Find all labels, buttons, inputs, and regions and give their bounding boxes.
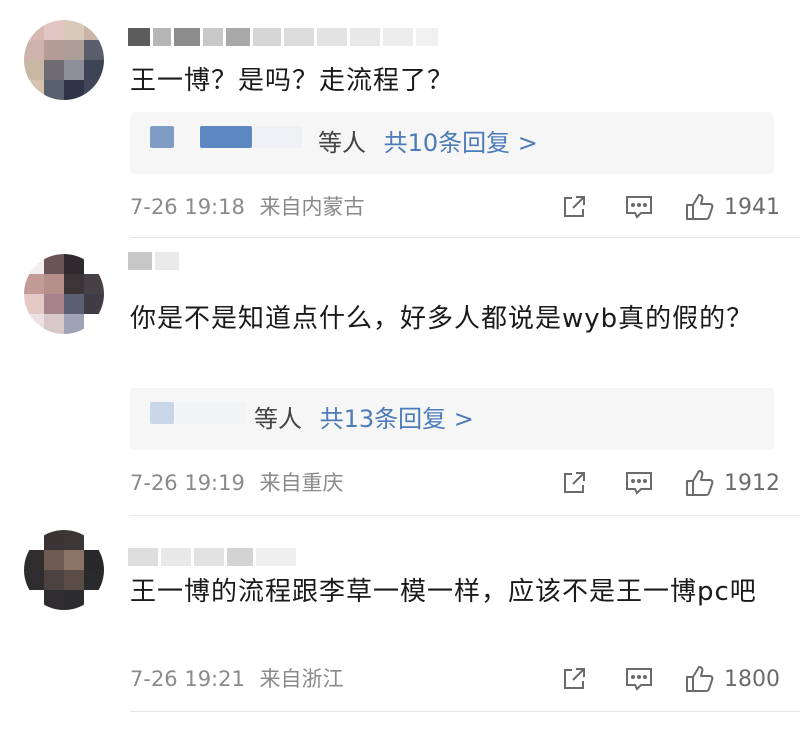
comment-text: 你是不是知道点什么，好多人都说是wyb真的假的？ — [130, 304, 754, 334]
reply-count-link[interactable]: 共13条回复 > — [320, 405, 474, 433]
reply-count-link[interactable]: 共10条回复 > — [384, 129, 538, 157]
share-icon — [564, 668, 585, 689]
comment-icon — [626, 196, 652, 219]
avatar[interactable] — [24, 20, 104, 100]
username-blurred[interactable] — [128, 250, 179, 272]
reply-prefix: 等人 — [318, 129, 366, 157]
like-button[interactable]: 1941 — [684, 192, 780, 222]
share-button[interactable] — [560, 468, 588, 498]
comment-location: 来自内蒙古 — [259, 195, 365, 219]
comment-button[interactable] — [624, 664, 654, 694]
reply-username-blurred — [200, 126, 252, 148]
comment-footer: 7-26 19:18 来自内蒙古 1941 — [130, 192, 780, 222]
avatar[interactable] — [24, 530, 104, 610]
username-blurred[interactable] — [128, 26, 438, 48]
thumbs-up-icon — [686, 470, 714, 496]
comment-location: 来自浙江 — [259, 667, 344, 691]
comment-footer: 7-26 19:21 来自浙江 1800 — [130, 664, 780, 694]
comment-button[interactable] — [624, 192, 654, 222]
comment-icon — [626, 668, 652, 691]
reply-preview[interactable]: 等人 共10条回复 > — [130, 112, 774, 174]
like-count: 1912 — [724, 470, 780, 496]
reply-username-blurred — [150, 126, 174, 148]
comment-date: 7-26 19:21 — [130, 667, 245, 691]
like-button[interactable]: 1800 — [684, 664, 780, 694]
reply-prefix: 等人 — [254, 405, 302, 433]
like-count: 1800 — [724, 666, 780, 692]
comment-icon — [626, 472, 652, 495]
thumbs-up-icon — [686, 666, 714, 692]
divider — [130, 711, 800, 712]
comment-footer: 7-26 19:19 来自重庆 1912 — [130, 468, 780, 498]
divider — [130, 515, 800, 516]
share-icon — [564, 472, 585, 493]
share-button[interactable] — [560, 192, 588, 222]
avatar[interactable] — [24, 254, 104, 334]
share-icon — [564, 196, 585, 217]
divider — [130, 237, 800, 238]
comment-button[interactable] — [624, 468, 654, 498]
comment-text: 王一博？是吗？走流程了？ — [130, 66, 455, 96]
reply-username-blurred — [150, 402, 174, 424]
thumbs-up-icon — [686, 194, 714, 220]
share-button[interactable] — [560, 664, 588, 694]
reply-preview[interactable]: 等人 共13条回复 > — [130, 388, 774, 450]
like-count: 1941 — [724, 194, 780, 220]
comment-text: 王一博的流程跟李草一模一样，应该不是王一博pc吧 — [130, 577, 757, 607]
username-blurred[interactable] — [128, 546, 296, 568]
reply-username-blurred — [254, 126, 302, 148]
like-button[interactable]: 1912 — [684, 468, 780, 498]
comment-date: 7-26 19:18 — [130, 195, 245, 219]
reply-username-blurred — [176, 402, 246, 424]
comment-date: 7-26 19:19 — [130, 471, 245, 495]
comment-location: 来自重庆 — [259, 471, 344, 495]
